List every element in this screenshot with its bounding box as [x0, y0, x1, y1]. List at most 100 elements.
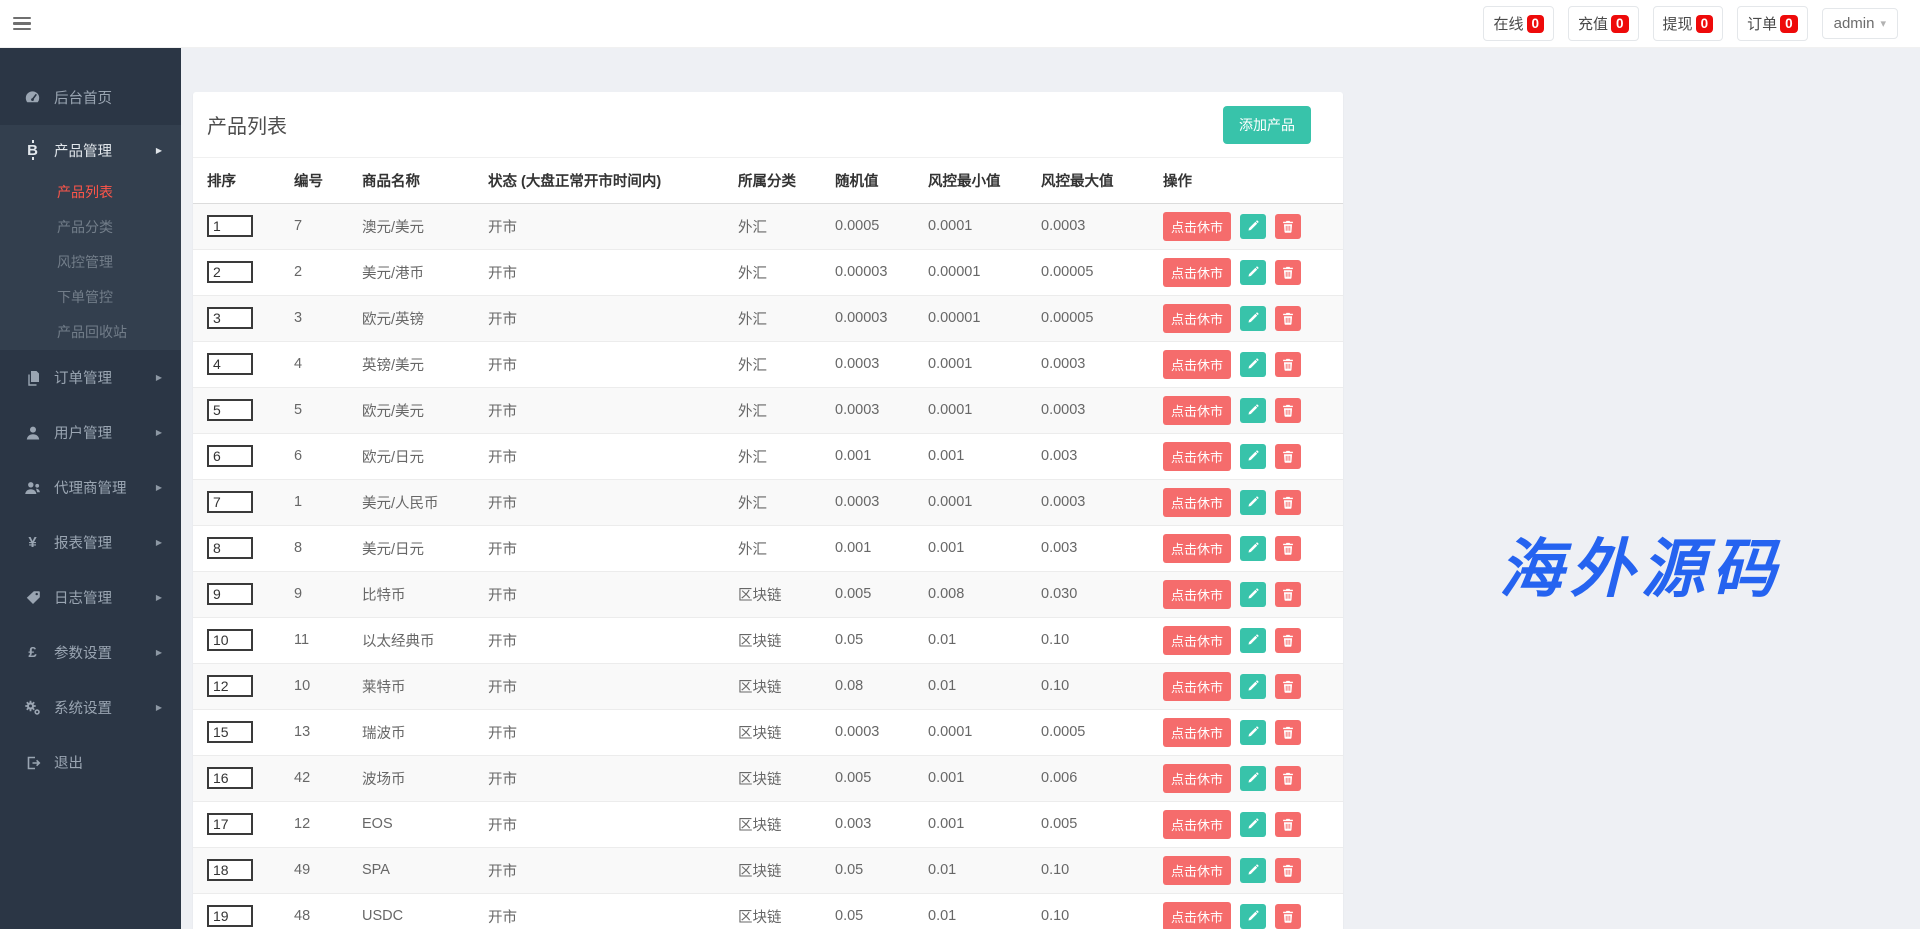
edit-button[interactable] [1240, 812, 1266, 837]
cell-risk-min: 0.001 [914, 525, 1027, 571]
sort-input[interactable] [207, 859, 253, 881]
sidebar-item-logout[interactable]: 退出 [0, 735, 181, 790]
sort-input[interactable] [207, 675, 253, 697]
sidebar-item-logs[interactable]: 日志管理 ▶ [0, 570, 181, 625]
stat-orders-button[interactable]: 订单 0 [1737, 6, 1808, 41]
delete-button[interactable] [1275, 582, 1301, 607]
edit-button[interactable] [1240, 260, 1266, 285]
suspend-market-button[interactable]: 点击休市 [1163, 350, 1231, 379]
edit-button[interactable] [1240, 352, 1266, 377]
stat-online-button[interactable]: 在线 0 [1483, 6, 1554, 41]
suspend-market-button[interactable]: 点击休市 [1163, 488, 1231, 517]
sidebar-item-reports[interactable]: ¥ 报表管理 ▶ [0, 515, 181, 570]
edit-button[interactable] [1240, 674, 1266, 699]
sidebar-item-product-list[interactable]: 产品列表 [0, 175, 181, 210]
delete-button[interactable] [1275, 720, 1301, 745]
sort-input[interactable] [207, 399, 253, 421]
edit-button[interactable] [1240, 398, 1266, 423]
delete-button[interactable] [1275, 628, 1301, 653]
sort-input[interactable] [207, 353, 253, 375]
delete-button[interactable] [1275, 398, 1301, 423]
edit-button[interactable] [1240, 490, 1266, 515]
edit-button[interactable] [1240, 582, 1266, 607]
add-product-button[interactable]: 添加产品 [1223, 106, 1311, 144]
suspend-market-button[interactable]: 点击休市 [1163, 626, 1231, 655]
sidebar-item-orders[interactable]: 订单管理 ▶ [0, 350, 181, 405]
sidebar-item-order-control[interactable]: 下单管控 [0, 280, 181, 315]
cell-category: 区块链 [724, 663, 821, 709]
sort-input[interactable] [207, 307, 253, 329]
edit-button[interactable] [1240, 766, 1266, 791]
suspend-market-button[interactable]: 点击休市 [1163, 212, 1231, 241]
sort-input[interactable] [207, 261, 253, 283]
sidebar-item-parameters[interactable]: £ 参数设置 ▶ [0, 625, 181, 680]
edit-button[interactable] [1240, 628, 1266, 653]
sort-input[interactable] [207, 491, 253, 513]
delete-button[interactable] [1275, 490, 1301, 515]
delete-button[interactable] [1275, 812, 1301, 837]
sidebar-item-label: 日志管理 [54, 587, 112, 608]
cell-risk-min: 0.0001 [914, 203, 1027, 249]
suspend-market-button[interactable]: 点击休市 [1163, 442, 1231, 471]
edit-button[interactable] [1240, 858, 1266, 883]
suspend-market-button[interactable]: 点击休市 [1163, 718, 1231, 747]
sort-input[interactable] [207, 583, 253, 605]
suspend-market-button[interactable]: 点击休市 [1163, 258, 1231, 287]
suspend-market-button[interactable]: 点击休市 [1163, 810, 1231, 839]
cell-id: 7 [280, 203, 348, 249]
sidebar-item-product-category[interactable]: 产品分类 [0, 210, 181, 245]
suspend-market-button[interactable]: 点击休市 [1163, 902, 1231, 929]
suspend-market-button[interactable]: 点击休市 [1163, 396, 1231, 425]
sidebar-item-dashboard[interactable]: 后台首页 [0, 70, 181, 125]
delete-button[interactable] [1275, 260, 1301, 285]
delete-button[interactable] [1275, 766, 1301, 791]
cell-id: 11 [280, 617, 348, 663]
sort-input[interactable] [207, 445, 253, 467]
suspend-market-button[interactable]: 点击休市 [1163, 304, 1231, 333]
delete-button[interactable] [1275, 904, 1301, 929]
pencil-icon [1247, 910, 1259, 922]
cell-id: 49 [280, 847, 348, 893]
delete-button[interactable] [1275, 444, 1301, 469]
sort-input[interactable] [207, 905, 253, 927]
delete-button[interactable] [1275, 674, 1301, 699]
delete-button[interactable] [1275, 858, 1301, 883]
sidebar-item-users[interactable]: 用户管理 ▶ [0, 405, 181, 460]
edit-button[interactable] [1240, 536, 1266, 561]
cell-category: 外汇 [724, 203, 821, 249]
cell-risk-min: 0.00001 [914, 249, 1027, 295]
sidebar-item-products[interactable]: B 产品管理 ▶ [0, 125, 181, 175]
delete-button[interactable] [1275, 306, 1301, 331]
sidebar-item-system-settings[interactable]: 系统设置 ▶ [0, 680, 181, 735]
sort-input[interactable] [207, 537, 253, 559]
menu-toggle-icon[interactable] [13, 14, 33, 34]
edit-button[interactable] [1240, 904, 1266, 929]
cell-status: 开市 [474, 433, 724, 479]
suspend-market-button[interactable]: 点击休市 [1163, 534, 1231, 563]
sidebar-item-risk-management[interactable]: 风控管理 [0, 245, 181, 280]
edit-button[interactable] [1240, 444, 1266, 469]
sort-input[interactable] [207, 721, 253, 743]
user-menu[interactable]: admin ▾ [1822, 8, 1898, 39]
cell-risk-min: 0.0001 [914, 341, 1027, 387]
suspend-market-button[interactable]: 点击休市 [1163, 672, 1231, 701]
suspend-market-button[interactable]: 点击休市 [1163, 764, 1231, 793]
sort-input[interactable] [207, 215, 253, 237]
pencil-icon [1247, 588, 1259, 600]
sidebar-item-product-recycle[interactable]: 产品回收站 [0, 315, 181, 350]
sort-input[interactable] [207, 813, 253, 835]
delete-button[interactable] [1275, 536, 1301, 561]
edit-button[interactable] [1240, 214, 1266, 239]
delete-button[interactable] [1275, 352, 1301, 377]
edit-button[interactable] [1240, 306, 1266, 331]
sort-input[interactable] [207, 767, 253, 789]
suspend-market-button[interactable]: 点击休市 [1163, 856, 1231, 885]
suspend-market-button[interactable]: 点击休市 [1163, 580, 1231, 609]
delete-button[interactable] [1275, 214, 1301, 239]
sidebar-item-agents[interactable]: 代理商管理 ▶ [0, 460, 181, 515]
sort-input[interactable] [207, 629, 253, 651]
edit-button[interactable] [1240, 720, 1266, 745]
stat-withdraw-button[interactable]: 提现 0 [1653, 6, 1724, 41]
sidebar-item-label: 报表管理 [54, 532, 112, 553]
stat-recharge-button[interactable]: 充值 0 [1568, 6, 1639, 41]
